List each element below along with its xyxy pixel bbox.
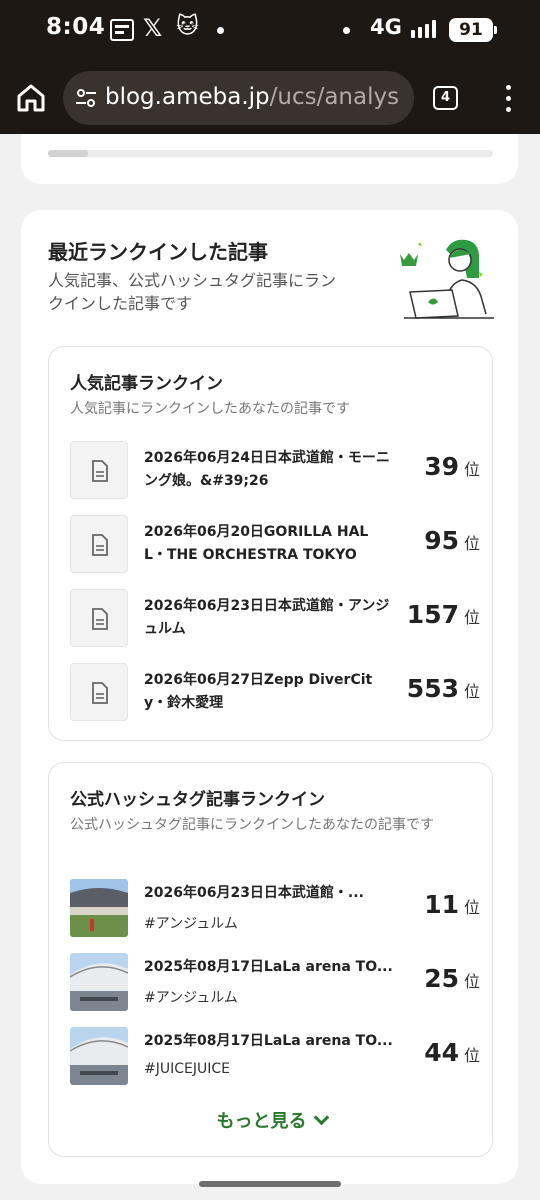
person-with-laptop-illustration-icon [400, 239, 494, 319]
rank-value: 157 位 [407, 600, 480, 629]
card-description: 人気記事、公式ハッシュタグ記事にランクインした記事です [48, 271, 337, 313]
popular-article-row[interactable]: 2026年06月23日日本武道館・アンジュルム 157 位 [70, 589, 480, 647]
progress-bar-fill [48, 150, 89, 157]
rank-number: 11 [424, 890, 459, 919]
status-dot-icon [343, 27, 350, 34]
article-thumbnail [70, 441, 128, 499]
popular-article-row[interactable]: 2026年06月24日日本武道館・モーニング娘。&#39;26 39 位 [70, 441, 480, 499]
rank-unit: 位 [463, 534, 480, 553]
site-settings-icon[interactable] [75, 87, 97, 109]
hashtag-section-title: 公式ハッシュタグ記事ランクイン [70, 790, 325, 810]
status-time: 8:04 [46, 14, 106, 40]
rank-unit: 位 [463, 1046, 480, 1065]
rank-value: 25 位 [424, 964, 480, 993]
card-title: 最近ランクインした記事 [48, 240, 268, 264]
hashtag-section-description: 公式ハッシュタグ記事にランクインしたあなたの記事です [70, 817, 434, 833]
cat-app-icon: 🐱 [176, 14, 199, 39]
article-title: 2026年06月20日GORILLA HALL・THE ORCHESTRA TO… [144, 524, 369, 563]
hashtag-label: #アンジュルム [144, 990, 238, 1006]
rank-unit: 位 [463, 460, 480, 479]
battery-icon: 91 [449, 18, 497, 42]
rank-value: 39 位 [424, 452, 480, 481]
rank-value: 95 位 [424, 526, 480, 555]
rank-unit: 位 [463, 608, 480, 627]
hashtag-article-row[interactable]: 2026年06月23日日本武道館・... #アンジュルム 11 位 [70, 879, 480, 937]
article-thumbnail [70, 589, 128, 647]
article-title: 2026年06月24日日本武道館・モーニング娘。&#39;26 [144, 450, 390, 489]
url-path: /ucs/analys [269, 84, 400, 110]
article-thumbnail [70, 663, 128, 721]
arena-photo-thumbnail [70, 1027, 128, 1085]
hashtag-label: #JUICEJUICE [144, 1061, 230, 1077]
rank-number: 95 [424, 526, 459, 555]
document-icon [92, 682, 108, 704]
message-notification-icon [110, 19, 134, 41]
document-icon [92, 608, 108, 630]
rank-unit: 位 [463, 682, 480, 701]
popular-section-title: 人気記事ランクイン [70, 374, 223, 394]
signal-icon [411, 20, 439, 38]
article-title: 2026年06月23日日本武道館・... [144, 885, 364, 901]
url-text: blog.ameba.jp/ucs/analys [105, 84, 399, 110]
article-title: 2026年06月23日日本武道館・アンジュルム [144, 598, 390, 637]
hashtag-ranking-section: 公式ハッシュタグ記事ランクイン 公式ハッシュタグ記事にランクインしたあなたの記事… [48, 762, 493, 1157]
progress-bar [48, 150, 493, 157]
arena-photo-thumbnail [70, 879, 128, 937]
rank-value: 44 位 [424, 1038, 480, 1067]
rank-number: 39 [424, 452, 459, 481]
recent-ranked-articles-card: 最近ランクインした記事 人気記事、公式ハッシュタグ記事にランクインした記事です … [21, 210, 518, 1184]
rank-number: 25 [424, 964, 459, 993]
article-title: 2025年08月17日LaLa arena TO... [144, 959, 393, 975]
hashtag-article-row[interactable]: 2025年08月17日LaLa arena TO... #JUICEJUICE … [70, 1027, 480, 1085]
rank-value: 11 位 [424, 890, 480, 919]
network-type: 4G [370, 15, 402, 39]
more-menu-icon[interactable] [504, 84, 514, 114]
popular-article-row[interactable]: 2026年06月27日Zepp DiverCity・鈴木愛理 553 位 [70, 663, 480, 721]
document-icon [92, 460, 108, 482]
arena-photo-thumbnail [70, 953, 128, 1011]
gesture-home-indicator[interactable] [199, 1181, 341, 1187]
rank-value: 553 位 [407, 674, 480, 703]
document-icon [92, 534, 108, 556]
article-title: 2026年06月27日Zepp DiverCity・鈴木愛理 [144, 672, 373, 711]
rank-number: 44 [424, 1038, 459, 1067]
notification-dot-icon [217, 27, 224, 34]
show-more-button[interactable]: もっと見る [49, 1107, 494, 1133]
show-more-label: もっと見る [216, 1111, 307, 1132]
address-bar[interactable]: blog.ameba.jp/ucs/analys [63, 71, 414, 125]
popular-section-description: 人気記事にランクインしたあなたの記事です [70, 401, 350, 417]
home-icon[interactable] [16, 84, 46, 112]
rank-unit: 位 [463, 972, 480, 991]
status-bar: 8:04 𝕏 🐱 4G 91 [0, 0, 540, 62]
hashtag-label: #アンジュルム [144, 916, 238, 932]
rank-unit: 位 [463, 898, 480, 917]
rank-number: 157 [406, 600, 459, 629]
chevron-down-icon [313, 1109, 329, 1126]
url-host: blog.ameba.jp [105, 84, 270, 110]
rank-number: 553 [406, 674, 459, 703]
x-app-icon: 𝕏 [143, 14, 163, 42]
previous-card [21, 134, 518, 184]
browser-toolbar: blog.ameba.jp/ucs/analys 4 [0, 62, 540, 134]
hashtag-article-row[interactable]: 2025年08月17日LaLa arena TO... #アンジュルム 25 位 [70, 953, 480, 1011]
tab-switcher-button[interactable]: 4 [433, 86, 458, 110]
popular-article-row[interactable]: 2026年06月20日GORILLA HALL・THE ORCHESTRA TO… [70, 515, 480, 573]
article-title: 2025年08月17日LaLa arena TO... [144, 1033, 393, 1049]
article-thumbnail [70, 515, 128, 573]
popular-ranking-section: 人気記事ランクイン 人気記事にランクインしたあなたの記事です 2026年06月2… [48, 346, 493, 741]
